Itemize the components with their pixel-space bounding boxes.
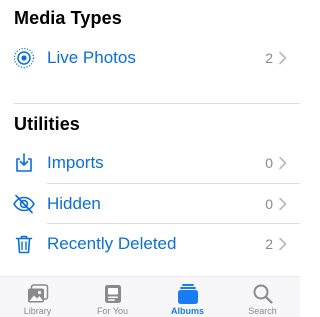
list-item-imports[interactable]: Imports 0 [0, 143, 300, 183]
search-icon [251, 283, 275, 305]
list-item-label: Live Photos [47, 48, 136, 67]
section-title-utilities: Utilities [14, 114, 80, 134]
live-photo-icon [12, 46, 36, 70]
item-count: 2 [265, 50, 273, 66]
albums-icon [176, 283, 200, 305]
list-item-label: Hidden [47, 194, 101, 213]
list-item-recently-deleted[interactable]: Recently Deleted 2 [0, 224, 300, 264]
section-divider [14, 103, 300, 104]
item-count: 0 [265, 155, 273, 171]
item-count: 0 [265, 196, 273, 212]
photo-library-icon [26, 283, 50, 305]
trash-icon [12, 232, 36, 256]
import-icon [12, 151, 36, 175]
for-you-icon [101, 283, 125, 305]
chevron-right-icon [278, 51, 288, 65]
tab-label: Albums [170, 306, 204, 316]
tab-label: Search [248, 306, 277, 316]
tab-for-you[interactable]: For You [75, 277, 150, 317]
tab-label: For You [96, 306, 129, 316]
item-count: 2 [265, 236, 273, 252]
eye-slash-icon [12, 192, 36, 216]
tab-library[interactable]: Library [0, 277, 75, 317]
chevron-right-icon [278, 156, 288, 170]
list-item-label: Recently Deleted [47, 234, 177, 253]
list-item-hidden[interactable]: Hidden 0 [0, 184, 300, 224]
tab-label: Library [23, 306, 52, 316]
tab-albums[interactable]: Albums [150, 277, 225, 317]
list-item-live-photos[interactable]: Live Photos 2 [0, 38, 300, 78]
tab-search[interactable]: Search [225, 277, 300, 317]
section-title-media-types: Media Types [14, 8, 122, 28]
chevron-right-icon [278, 197, 288, 211]
tab-bar: Library For You Albums Search [0, 276, 300, 317]
list-item-label: Imports [47, 153, 104, 172]
chevron-right-icon [278, 237, 288, 251]
